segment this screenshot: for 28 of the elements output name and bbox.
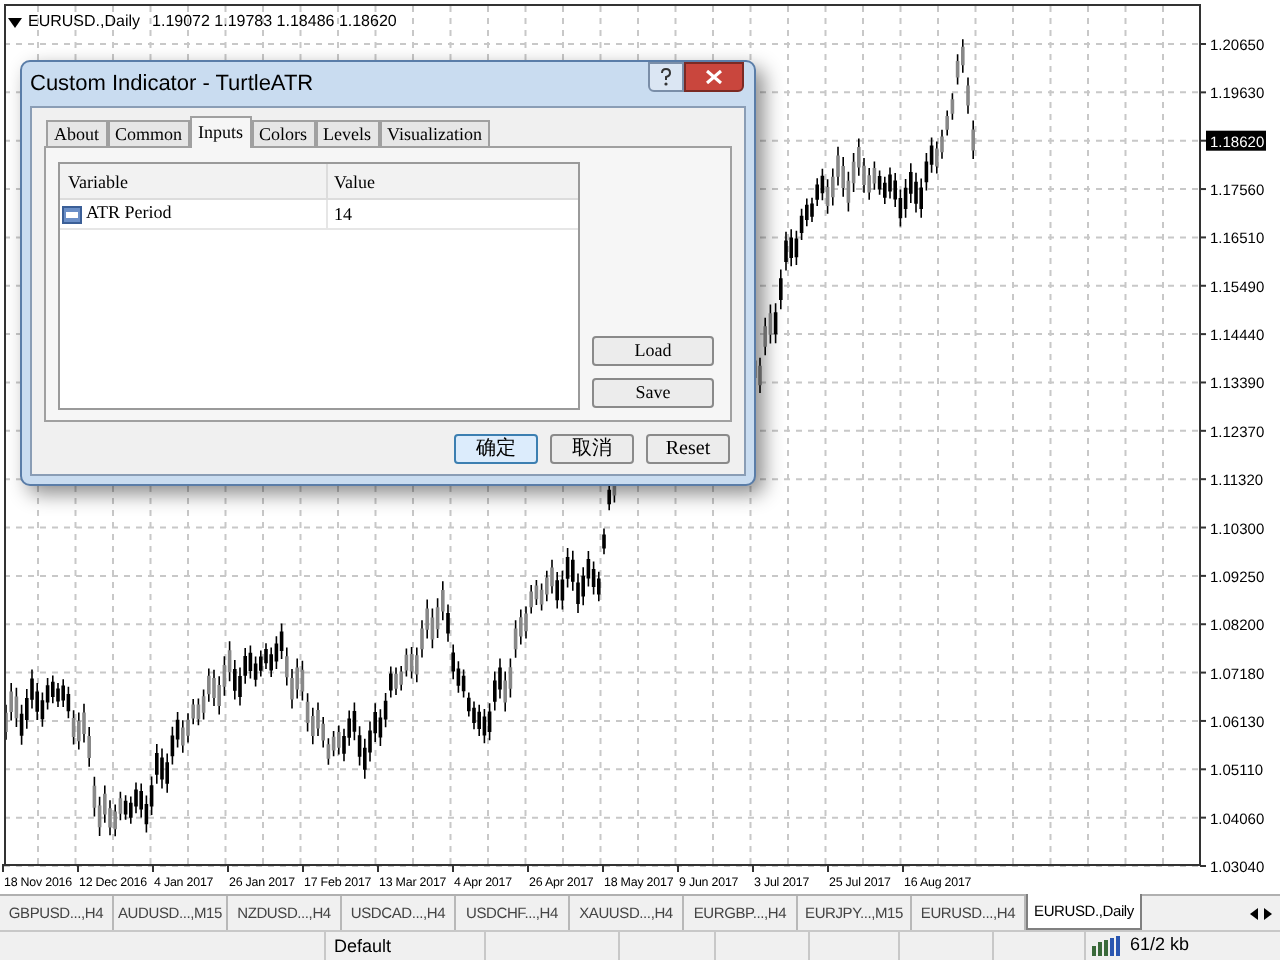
dialog-tab[interactable]: Inputs xyxy=(190,116,252,148)
dialog-tab[interactable]: Visualization xyxy=(379,120,490,146)
close-icon xyxy=(706,70,722,84)
dialog-button[interactable]: 取消 xyxy=(550,434,634,464)
ohlc-values: 1.19072 1.19783 1.18486 1.18620 xyxy=(152,10,397,34)
side-button[interactable]: Load xyxy=(592,336,714,366)
traffic-label: 61/2 kb xyxy=(1130,932,1190,959)
dialog-title: Custom Indicator - TurtleATR xyxy=(30,69,314,100)
column-header[interactable]: Variable xyxy=(60,164,328,198)
help-icon xyxy=(660,68,672,86)
symbol-label: EURUSD.,Daily xyxy=(28,10,141,34)
column-header[interactable]: Value xyxy=(328,164,578,198)
scroll-right-icon[interactable] xyxy=(1264,907,1272,919)
close-button[interactable] xyxy=(684,62,744,92)
scroll-left-icon[interactable] xyxy=(1250,907,1258,919)
dialog-tab[interactable]: Levels xyxy=(315,120,380,146)
table-cell[interactable]: 14 xyxy=(328,200,578,228)
connection-bars-icon xyxy=(1092,936,1124,956)
dialog-button[interactable]: 确定 xyxy=(454,434,538,464)
dialog-tab[interactable]: Colors xyxy=(251,120,316,146)
profile-name: Default xyxy=(326,932,486,960)
table-cell-text: ATR Period xyxy=(86,200,172,227)
dropdown-arrow-icon[interactable] xyxy=(8,17,22,27)
dialog-tab[interactable]: About xyxy=(46,120,107,146)
dialog-tab[interactable]: Common xyxy=(107,120,191,146)
dialog-button[interactable]: Reset xyxy=(646,434,730,464)
side-button[interactable]: Save xyxy=(592,378,714,408)
help-button[interactable] xyxy=(648,62,684,92)
